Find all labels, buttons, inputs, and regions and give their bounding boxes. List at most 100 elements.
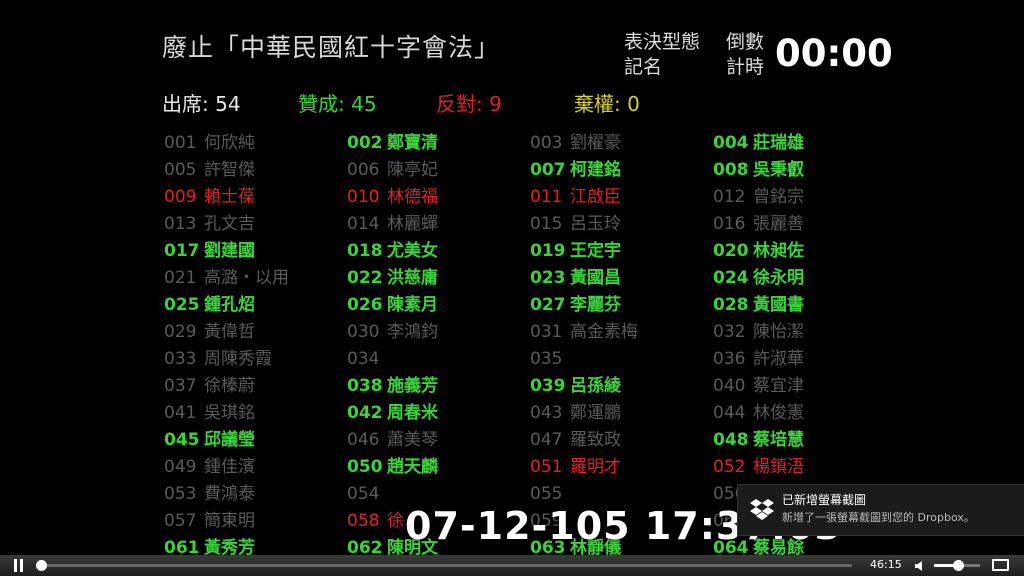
member-036: 036 許淑華 bbox=[713, 346, 804, 372]
member-001: 001 何欣純 bbox=[164, 130, 255, 156]
member-number: 016 bbox=[713, 214, 746, 234]
pause-icon-bar-left bbox=[14, 559, 17, 572]
member-046: 046 蕭美琴 bbox=[347, 427, 438, 453]
member-number: 035 bbox=[530, 349, 563, 369]
countdown-label: 倒數 計時 bbox=[726, 30, 774, 80]
member-name: 吳琪銘 bbox=[204, 403, 255, 423]
member-name: 李鴻鈞 bbox=[387, 322, 438, 342]
member-051: 051 羅明才 bbox=[530, 454, 621, 480]
member-name: 黃國書 bbox=[753, 295, 804, 315]
member-name: 王定宇 bbox=[570, 241, 621, 261]
video-area[interactable]: 廢止「中華民國紅十字會法」 表決型態 記名 倒數 計時 00:00 出席: 54… bbox=[0, 0, 1024, 555]
member-007: 007 柯建銘 bbox=[530, 157, 621, 183]
member-number: 057 bbox=[164, 511, 197, 531]
member-name: 洪慈庸 bbox=[387, 268, 438, 288]
member-053: 053 費鴻泰 bbox=[164, 481, 255, 507]
countdown-label-2: 計時 bbox=[726, 56, 765, 78]
notification-message: 新增了一張螢幕截圖到您的 Dropbox。 bbox=[782, 511, 975, 524]
countdown-label-1: 倒數 bbox=[726, 31, 765, 53]
member-number: 022 bbox=[347, 268, 383, 288]
fullscreen-button[interactable] bbox=[992, 559, 1009, 571]
member-name: 羅明才 bbox=[570, 457, 621, 477]
volume-thumb[interactable] bbox=[953, 560, 964, 571]
member-name: 楊鎮浯 bbox=[753, 457, 804, 477]
member-name: 鍾孔炤 bbox=[204, 295, 255, 315]
tally-yes-label: 贊成: bbox=[298, 92, 345, 116]
member-019: 019 王定宇 bbox=[530, 238, 621, 264]
member-049: 049 鍾佳濱 bbox=[164, 454, 255, 480]
tally-no: 反對: 9 bbox=[436, 88, 502, 117]
member-name: 徐永明 bbox=[753, 268, 804, 288]
member-number: 003 bbox=[530, 133, 563, 153]
member-number: 028 bbox=[713, 295, 749, 315]
dropbox-icon bbox=[750, 499, 774, 520]
member-022: 022 洪慈庸 bbox=[347, 265, 438, 291]
member-number: 036 bbox=[713, 349, 746, 369]
member-017: 017 劉建國 bbox=[164, 238, 255, 264]
seek-thumb[interactable] bbox=[36, 560, 47, 571]
member-name: 施義芳 bbox=[387, 376, 438, 396]
member-058: 058 徐 bbox=[347, 508, 404, 534]
member-name: 柯建銘 bbox=[570, 160, 621, 180]
member-041: 041 吳琪銘 bbox=[164, 400, 255, 426]
dropbox-notification[interactable]: 已新增螢幕截圖 新增了一張螢幕截圖到您的 Dropbox。 bbox=[737, 484, 1024, 536]
member-name: 陳怡潔 bbox=[753, 322, 804, 342]
member-name: 邱議瑩 bbox=[204, 430, 255, 450]
member-name: 劉櫂豪 bbox=[570, 133, 621, 153]
member-number: 029 bbox=[164, 322, 197, 342]
member-number: 012 bbox=[713, 187, 746, 207]
member-027: 027 李麗芬 bbox=[530, 292, 621, 318]
member-name: 林麗蟬 bbox=[387, 214, 438, 234]
member-014: 014 林麗蟬 bbox=[347, 211, 438, 237]
volume-icon[interactable] bbox=[914, 560, 926, 572]
member-number: 019 bbox=[530, 241, 566, 261]
member-name: 周陳秀霞 bbox=[204, 349, 272, 369]
member-name: 陳素月 bbox=[387, 295, 438, 315]
seek-bar[interactable] bbox=[40, 564, 852, 567]
member-name: 林俊憲 bbox=[753, 403, 804, 423]
pause-button[interactable] bbox=[12, 559, 24, 572]
member-name: 周春米 bbox=[387, 403, 438, 423]
member-044: 044 林俊憲 bbox=[713, 400, 804, 426]
member-number: 023 bbox=[530, 268, 566, 288]
member-number: 051 bbox=[530, 457, 563, 477]
member-number: 045 bbox=[164, 430, 200, 450]
member-number: 004 bbox=[713, 133, 749, 153]
member-030: 030 李鴻鈞 bbox=[347, 319, 438, 345]
tally-yes-value: 45 bbox=[351, 92, 377, 116]
member-050: 050 趙天麟 bbox=[347, 454, 438, 480]
member-number: 046 bbox=[347, 430, 380, 450]
member-number: 052 bbox=[713, 457, 746, 477]
member-008: 008 吳秉叡 bbox=[713, 157, 804, 183]
member-number: 010 bbox=[347, 187, 380, 207]
member-number: 043 bbox=[530, 403, 563, 423]
member-name: 李麗芬 bbox=[570, 295, 621, 315]
member-023: 023 黃國昌 bbox=[530, 265, 621, 291]
member-038: 038 施義芳 bbox=[347, 373, 438, 399]
member-number: 034 bbox=[347, 349, 380, 369]
member-016: 016 張麗善 bbox=[713, 211, 804, 237]
member-number: 037 bbox=[164, 376, 197, 396]
member-009: 009 賴士葆 bbox=[164, 184, 255, 210]
member-number: 008 bbox=[713, 160, 749, 180]
member-002: 002 鄭寶清 bbox=[347, 130, 438, 156]
member-name: 尤美女 bbox=[387, 241, 438, 261]
member-name: 黃秀芳 bbox=[204, 538, 255, 555]
member-042: 042 周春米 bbox=[347, 400, 438, 426]
member-number: 040 bbox=[713, 376, 746, 396]
member-name: 黃國昌 bbox=[570, 268, 621, 288]
member-045: 045 邱議瑩 bbox=[164, 427, 255, 453]
member-005: 005 許智傑 bbox=[164, 157, 255, 183]
member-name: 吳秉叡 bbox=[753, 160, 804, 180]
member-name: 呂孫綾 bbox=[570, 376, 621, 396]
tally-abstain-label: 棄權: bbox=[574, 92, 621, 116]
member-name: 許淑華 bbox=[753, 349, 804, 369]
member-name: 曾銘宗 bbox=[753, 187, 804, 207]
member-048: 048 蔡培慧 bbox=[713, 427, 804, 453]
tally-present-label: 出席: bbox=[162, 92, 209, 116]
member-028: 028 黃國書 bbox=[713, 292, 804, 318]
tally-abstain: 棄權: 0 bbox=[574, 88, 640, 117]
member-061: 061 黃秀芳 bbox=[164, 535, 255, 555]
member-number: 047 bbox=[530, 430, 563, 450]
member-039: 039 呂孫綾 bbox=[530, 373, 621, 399]
